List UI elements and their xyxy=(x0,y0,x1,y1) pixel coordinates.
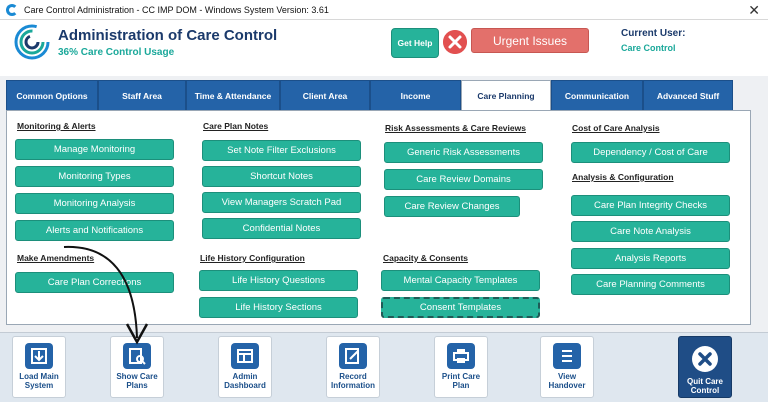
alerts-notifications-button[interactable]: Alerts and Notifications xyxy=(15,220,174,241)
app-title: Administration of Care Control xyxy=(58,27,278,44)
record-information-button[interactable]: Record Information xyxy=(326,336,380,398)
admin-dashboard-button[interactable]: Admin Dashboard xyxy=(218,336,272,398)
bottom-dock: Load Main System Show Care Plans Admin D… xyxy=(0,332,768,402)
care-plan-notes-heading: Care Plan Notes xyxy=(203,121,269,131)
consent-templates-button[interactable]: Consent Templates xyxy=(381,297,540,318)
capacity-consents-heading: Capacity & Consents xyxy=(383,253,469,263)
care-review-domains-button[interactable]: Care Review Domains xyxy=(384,169,543,190)
monitoring-analysis-button[interactable]: Monitoring Analysis xyxy=(15,193,174,214)
record-icon xyxy=(339,343,367,369)
quit-care-control-label: Quit Care Control xyxy=(686,377,723,395)
quit-icon xyxy=(692,346,718,372)
admin-dashboard-label: Admin Dashboard xyxy=(224,372,266,390)
tab-care-planning[interactable]: Care Planning xyxy=(461,80,551,111)
window-close-button[interactable]: ✕ xyxy=(748,2,760,18)
dependency-cost-of-care-button[interactable]: Dependency / Cost of Care xyxy=(571,142,730,163)
app-header: Administration of Care Control 36% Care … xyxy=(0,20,768,76)
monitoring-alerts-heading: Monitoring & Alerts xyxy=(17,121,96,131)
analysis-reports-button[interactable]: Analysis Reports xyxy=(571,248,730,269)
care-note-analysis-button[interactable]: Care Note Analysis xyxy=(571,221,730,242)
current-user-value: Care Control xyxy=(621,43,676,53)
load-system-icon xyxy=(25,343,53,369)
tab-client-area[interactable]: Client Area xyxy=(280,80,370,110)
care-planning-comments-button[interactable]: Care Planning Comments xyxy=(571,274,730,295)
print-care-plan-button[interactable]: Print Care Plan xyxy=(434,336,488,398)
urgent-issues-button[interactable]: Urgent Issues xyxy=(471,28,589,53)
printer-icon xyxy=(447,343,475,369)
dashboard-icon xyxy=(231,343,259,369)
monitoring-types-button[interactable]: Monitoring Types xyxy=(15,166,174,187)
view-handover-button[interactable]: View Handover xyxy=(540,336,594,398)
show-care-plans-button[interactable]: Show Care Plans xyxy=(110,336,164,398)
confidential-notes-button[interactable]: Confidential Notes xyxy=(202,218,361,239)
show-care-plans-label: Show Care Plans xyxy=(116,372,158,390)
quit-care-control-button[interactable]: Quit Care Control xyxy=(678,336,732,398)
care-plans-icon xyxy=(123,343,151,369)
life-history-configuration-heading: Life History Configuration xyxy=(200,253,305,263)
analysis-configuration-heading: Analysis & Configuration xyxy=(572,172,674,182)
risk-assessments-heading: Risk Assessments & Care Reviews xyxy=(385,123,526,133)
window-titlebar: Care Control Administration - CC IMP DOM… xyxy=(0,0,768,20)
current-user-label: Current User: xyxy=(621,28,686,39)
load-main-system-label: Load Main System xyxy=(19,372,59,390)
care-review-changes-button[interactable]: Care Review Changes xyxy=(384,196,520,217)
tab-time-attendance[interactable]: Time & Attendance xyxy=(186,80,280,110)
tab-staff-area[interactable]: Staff Area xyxy=(98,80,186,110)
care-plan-corrections-button[interactable]: Care Plan Corrections xyxy=(15,272,174,293)
app-logo-icon xyxy=(6,3,18,16)
tab-communication[interactable]: Communication xyxy=(551,80,643,110)
life-history-sections-button[interactable]: Life History Sections xyxy=(199,297,358,318)
cancel-alert-icon[interactable] xyxy=(443,30,467,54)
record-information-label: Record Information xyxy=(331,372,375,390)
generic-risk-assessments-button[interactable]: Generic Risk Assessments xyxy=(384,142,543,163)
manage-monitoring-button[interactable]: Manage Monitoring xyxy=(15,139,174,160)
view-managers-scratch-pad-button[interactable]: View Managers Scratch Pad xyxy=(202,192,361,213)
mental-capacity-templates-button[interactable]: Mental Capacity Templates xyxy=(381,270,540,291)
window-title: Care Control Administration - CC IMP DOM… xyxy=(24,4,329,15)
usage-subtitle: 36% Care Control Usage xyxy=(58,47,175,58)
tab-advanced-stuff[interactable]: Advanced Stuff xyxy=(643,80,733,110)
tab-common-options[interactable]: Common Options xyxy=(6,80,98,110)
view-handover-label: View Handover xyxy=(548,372,586,390)
make-amendments-heading: Make Amendments xyxy=(17,253,95,263)
tab-income[interactable]: Income xyxy=(370,80,461,110)
print-care-plan-label: Print Care Plan xyxy=(441,372,481,390)
care-plan-integrity-checks-button[interactable]: Care Plan Integrity Checks xyxy=(571,195,730,216)
care-control-logo-icon xyxy=(14,24,50,60)
cost-of-care-heading: Cost of Care Analysis xyxy=(572,123,660,133)
shortcut-notes-button[interactable]: Shortcut Notes xyxy=(202,166,361,187)
set-note-filter-exclusions-button[interactable]: Set Note Filter Exclusions xyxy=(202,140,361,161)
handover-icon xyxy=(553,343,581,369)
get-help-button[interactable]: Get Help xyxy=(391,28,439,58)
life-history-questions-button[interactable]: Life History Questions xyxy=(199,270,358,291)
load-main-system-button[interactable]: Load Main System xyxy=(12,336,66,398)
